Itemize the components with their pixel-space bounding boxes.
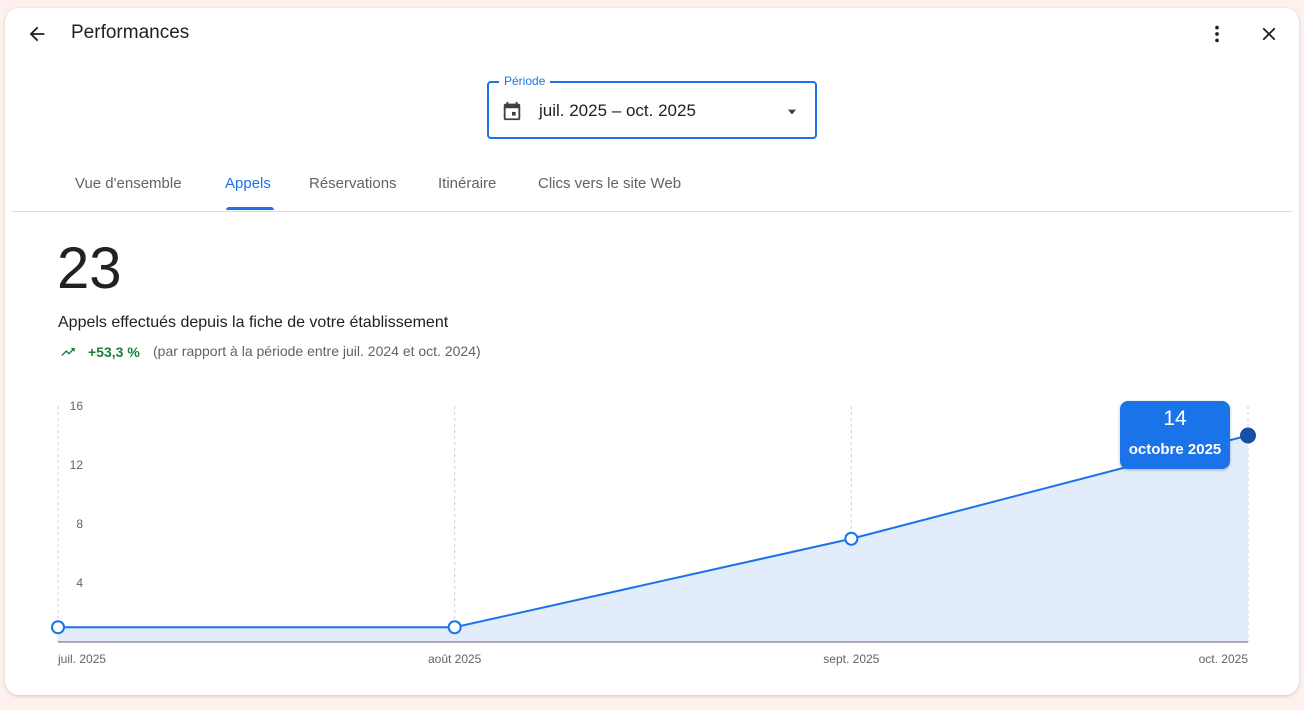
performance-card: Performances Période juil. 2025 – oct. 2… bbox=[5, 8, 1299, 695]
x-tick-label: oct. 2025 bbox=[1199, 652, 1249, 666]
x-tick-label: juil. 2025 bbox=[57, 652, 106, 666]
data-point bbox=[447, 620, 462, 635]
chart-tooltip: 14 octobre 2025 bbox=[1120, 401, 1230, 469]
data-point bbox=[844, 531, 859, 546]
tooltip-month: octobre 2025 bbox=[1128, 441, 1222, 458]
data-point bbox=[51, 620, 65, 635]
series-area bbox=[58, 435, 1248, 642]
tooltip-value: 14 bbox=[1163, 407, 1187, 430]
x-tick-label: août 2025 bbox=[428, 652, 482, 666]
calls-chart: 4 8 12 16 juil. 2025 août 2025 sept. 2025 oct. … bbox=[51, 399, 1256, 666]
x-tick-label: sept. 2025 bbox=[823, 652, 879, 666]
y-tick-label: 4 bbox=[76, 576, 83, 590]
y-tick-label: 8 bbox=[76, 517, 83, 531]
y-tick-label: 16 bbox=[70, 399, 84, 413]
y-tick-label: 12 bbox=[70, 458, 84, 472]
data-point bbox=[1240, 427, 1256, 444]
